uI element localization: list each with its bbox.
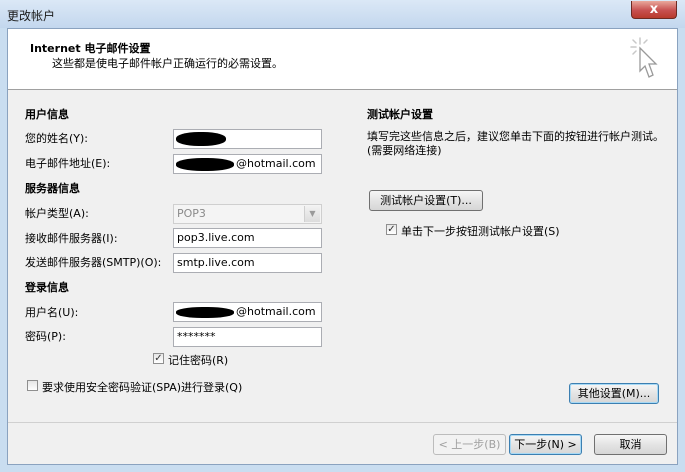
title-bar: 更改帐户 x [0,0,685,28]
close-icon: x [649,2,659,17]
account-type-value: POP3 [177,207,206,220]
window-title: 更改帐户 [7,9,56,23]
email-field[interactable]: @hotmail.com [173,154,322,174]
login-info-heading: 登录信息 [25,281,69,294]
test-account-button[interactable]: 测试帐户设置(T)... [369,190,483,211]
close-button[interactable]: x [631,1,677,19]
spa-checkbox[interactable] [27,380,38,391]
footer-divider [8,422,677,423]
outgoing-server-field[interactable]: smtp.live.com [173,253,322,273]
dialog-body: Internet 电子邮件设置 这些都是使电子邮件帐户正确运行的必需设置。 用户… [7,28,678,465]
test-settings-description: 填写完这些信息之后，建议您单击下面的按钮进行帐户测试。(需要网络连接) [367,130,664,157]
account-type-select: POP3 ▼ [173,204,322,224]
test-settings-heading: 测试帐户设置 [367,108,433,121]
back-button: < 上一步(B) [433,434,506,455]
server-info-heading: 服务器信息 [25,182,80,195]
password-field[interactable]: ******* [173,327,322,347]
redaction-mark [176,132,226,146]
name-field[interactable] [173,129,322,149]
auto-test-checkbox[interactable]: ✓ [386,224,397,235]
dialog-header: Internet 电子邮件设置 这些都是使电子邮件帐户正确运行的必需设置。 [8,29,677,90]
account-type-label: 帐户类型(A): [25,207,89,220]
email-label: 电子邮件地址(E): [25,157,111,170]
header-subtitle: 这些都是使电子邮件帐户正确运行的必需设置。 [52,57,283,70]
username-label: 用户名(U): [25,306,79,319]
name-label: 您的姓名(Y): [25,132,89,145]
incoming-server-label: 接收邮件服务器(I): [25,232,118,245]
username-value: @hotmail.com [236,305,316,318]
redaction-mark [176,307,234,318]
cancel-button[interactable]: 取消 [594,434,667,455]
more-settings-button[interactable]: 其他设置(M)... [569,383,659,404]
password-label: 密码(P): [25,330,66,343]
incoming-server-field[interactable]: pop3.live.com [173,228,322,248]
next-button[interactable]: 下一步(N) > [509,434,582,455]
chevron-down-icon: ▼ [304,206,320,222]
user-info-heading: 用户信息 [25,108,69,121]
email-value: @hotmail.com [236,157,316,170]
spa-label: 要求使用安全密码验证(SPA)进行登录(Q) [42,381,243,394]
remember-password-label: 记住密码(R) [168,354,229,367]
auto-test-label: 单击下一步按钮测试帐户设置(S) [401,225,560,238]
header-title: Internet 电子邮件设置 [30,42,151,55]
username-field[interactable]: @hotmail.com [173,302,322,322]
mouse-pointer-icon [630,37,658,78]
redaction-mark [176,158,234,171]
outgoing-server-label: 发送邮件服务器(SMTP)(O): [25,256,162,269]
remember-password-checkbox[interactable]: ✓ [153,353,164,364]
